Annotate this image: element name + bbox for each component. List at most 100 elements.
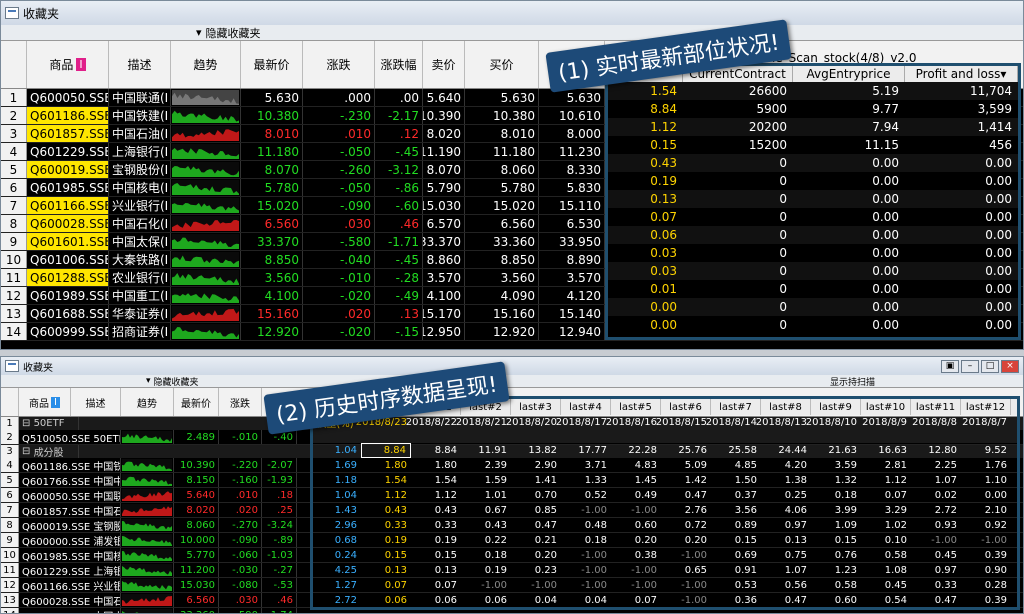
symbol-code[interactable]: Q601766.SSE 中国中车(	[19, 473, 121, 487]
show-scan-label[interactable]: 显示持扫描	[830, 375, 875, 388]
symbol-code[interactable]: Q601229.SSE 上海银行(	[19, 563, 121, 577]
symbol-code[interactable]: Q601186.SSE 中国铁建(	[19, 458, 121, 472]
history-header-col[interactable]: last#3	[511, 399, 561, 415]
symbol-code[interactable]: Q601857.SSE	[27, 125, 109, 142]
settings-icon[interactable]: ▣	[941, 359, 959, 373]
header-bid[interactable]: 买价	[465, 41, 539, 88]
symbol-code[interactable]: Q601186.SSE	[27, 107, 109, 124]
position-row[interactable]: 0.01 0 0.00 0.00	[608, 280, 1018, 298]
symbol-code[interactable]: Q600050.SSE	[27, 89, 109, 106]
symbol-code[interactable]: Q601229.SSE	[27, 143, 109, 160]
header-description[interactable]: 描述	[109, 41, 171, 88]
history-header-col[interactable]: last#4	[561, 399, 611, 415]
history-header-col[interactable]: last#12	[961, 399, 1011, 415]
filter-badge[interactable]: I	[51, 396, 60, 408]
symbol-code[interactable]: Q600050.SSE 中国联通(	[19, 488, 121, 502]
history-row[interactable]: 0.68 0.19 0.19 0.22 0.21 0.18 0.20 0.20 0.15 0.13…	[313, 533, 1017, 548]
header-product[interactable]: 商品 I	[19, 388, 71, 416]
position-row[interactable]: 0.06 0 0.00 0.00	[608, 226, 1018, 244]
history-row[interactable]: 2.72 0.06 0.06 0.06 0.04 0.04 0.07 -1.00 0.36 0.4…	[313, 593, 1017, 608]
history-header-col[interactable]: last#5	[611, 399, 661, 415]
position-row[interactable]: 0.00 0 0.00 0.00	[608, 298, 1018, 316]
trend-sparkline	[121, 503, 174, 517]
hidden-favorites-bar-bottom[interactable]: ▾ 隐藏收藏夹 显示持扫描	[1, 375, 1023, 388]
symbol-code[interactable]: Q600019.SSE	[27, 161, 109, 178]
history-row[interactable]: 1.27 0.07 0.07 -1.00 -1.00 -1.00 -1.00 -1.00 0.5…	[313, 578, 1017, 593]
symbol-code[interactable]: Q600999.SSE	[27, 323, 109, 340]
last-price: 11.180	[241, 143, 303, 160]
row-index: 11	[1, 563, 19, 577]
history-row[interactable]: 0.24 0.15 0.15 0.18 0.20 -1.00 0.38 -1.00 0.69 0.…	[313, 548, 1017, 563]
history-header-col[interactable]: last#6	[661, 399, 711, 415]
symbol-code[interactable]: Q601288.SSE	[27, 269, 109, 286]
symbol-code[interactable]: Q601166.SSE	[27, 197, 109, 214]
position-row[interactable]: 0.13 0 0.00 0.00	[608, 190, 1018, 208]
symbol-code[interactable]: Q601985.SSE	[27, 179, 109, 196]
position-header-avg-entry[interactable]: AvgEntryprice	[793, 66, 905, 82]
symbol-code[interactable]: Q600019.SSE 宝钢股份(	[19, 518, 121, 532]
header-change[interactable]: 涨跌	[219, 388, 262, 416]
header-trend[interactable]: 趋势	[171, 41, 241, 88]
history-row[interactable]: 4.25 0.13 0.13 0.19 0.23 -1.00 -1.00 0.65 0.91 1.…	[313, 563, 1017, 578]
history-row[interactable]: 2.96 0.33 0.33 0.43 0.47 0.48 0.60 0.72 0.89 0.97…	[313, 518, 1017, 533]
position-row[interactable]: 8.84 5900 9.77 3,599	[608, 100, 1018, 118]
header-change-pct[interactable]: 涨跌幅	[375, 41, 423, 88]
history-row[interactable]: 1.04 1.12 1.12 1.01 0.70 0.52 0.49 0.47 0.37 0.25…	[313, 488, 1017, 503]
position-avg-entry: 0.00	[872, 228, 899, 242]
history-header-col[interactable]: last#8	[761, 399, 811, 415]
minimize-icon[interactable]: –	[961, 359, 979, 373]
etf-code[interactable]: Q510050.SSE 50ETF(期	[19, 430, 121, 444]
history-row[interactable]: 1.04 8.84 8.84 11.91 13.82 17.77 22.28 25.76 25.…	[313, 443, 1017, 458]
last-price: 5.770	[174, 548, 219, 562]
symbol-code[interactable]: Q601688.SSE	[27, 305, 109, 322]
header-change[interactable]: 涨跌	[303, 41, 375, 88]
history-value: 13.82	[528, 445, 557, 456]
history-header-col[interactable]: last#9	[811, 399, 861, 415]
symbol-code[interactable]: Q600028.SSE	[27, 215, 109, 232]
position-row[interactable]: 0.00 0 0.00 0.00	[608, 316, 1018, 334]
position-row[interactable]: 1.54 26600 5.19 11,704	[608, 82, 1018, 100]
symbol-code[interactable]: Q601006.SSE	[27, 251, 109, 268]
filter-badge[interactable]: I	[76, 58, 86, 71]
maximize-icon[interactable]: □	[981, 359, 999, 373]
history-row[interactable]: 1.18 1.54 1.54 1.59 1.41 1.33 1.45 1.42 1.50 1.38…	[313, 473, 1017, 488]
history-value: 0.23	[534, 565, 557, 576]
symbol-code[interactable]: Q600000.SSE 浦发银行(	[19, 533, 121, 547]
history-row[interactable]: 1.69 1.80 1.80 2.39 2.90 3.71 4.83 5.09 4.85 4.20…	[313, 458, 1017, 473]
history-header-col[interactable]: last#10	[861, 399, 911, 415]
hidden-favorites-label[interactable]: 隐藏收藏夹	[154, 375, 199, 388]
position-row[interactable]: 0.03 0 0.00 0.00	[608, 244, 1018, 262]
hidden-favorites-label[interactable]: 隐藏收藏夹	[206, 25, 261, 41]
position-row[interactable]: 0.15 15200 11.15 456	[608, 136, 1018, 154]
header-description[interactable]: 描述	[71, 388, 121, 416]
symbol-code[interactable]: Q601601.SSE 中国太保(	[19, 608, 121, 613]
position-row[interactable]: 0.07 0 0.00 0.00	[608, 208, 1018, 226]
header-trend[interactable]: 趋势	[121, 388, 174, 416]
history-row[interactable]: 1.43 0.43 0.43 0.67 0.85 -1.00 -1.00 2.76 3.56 4.…	[313, 503, 1017, 518]
symbol-code[interactable]: Q601601.SSE	[27, 233, 109, 250]
history-value: 4.20	[784, 460, 807, 471]
position-row[interactable]: 1.12 20200 7.94 1,414	[608, 118, 1018, 136]
symbol-code[interactable]: Q600028.SSE 中国石化(	[19, 593, 121, 607]
symbol-code[interactable]: Q601166.SSE 兴业银行(	[19, 578, 121, 592]
header-product[interactable]: 商品 I	[27, 41, 109, 88]
symbol-code[interactable]: Q601989.SSE	[27, 287, 109, 304]
reference-price: 33.950	[539, 233, 605, 250]
hidden-favorites-bar[interactable]: ▾ 隐藏收藏夹	[1, 25, 1023, 41]
position-row[interactable]: 0.03 0 0.00 0.00	[608, 262, 1018, 280]
position-row[interactable]: 0.43 0 0.00 0.00	[608, 154, 1018, 172]
history-header-col[interactable]: last#11	[911, 399, 961, 415]
close-icon[interactable]: ×	[1001, 359, 1019, 373]
change: -.020	[303, 287, 375, 304]
position-row[interactable]: 0.19 0 0.00 0.00	[608, 172, 1018, 190]
history-value: -1.00	[581, 550, 607, 561]
position-header-pnl[interactable]: Profit and loss▾	[905, 66, 1018, 82]
history-header-col[interactable]: last#7	[711, 399, 761, 415]
header-last-price[interactable]: 最新价	[174, 388, 219, 416]
symbol-code[interactable]: Q601857.SSE 中国石油(	[19, 503, 121, 517]
change-pct: -.89	[262, 533, 297, 547]
header-last-price[interactable]: 最新价	[241, 41, 303, 88]
symbol-code[interactable]: Q601985.SSE 中国核电(	[19, 548, 121, 562]
header-ask[interactable]: 卖价	[423, 41, 465, 88]
history-date: 2018/8/8	[912, 417, 957, 428]
